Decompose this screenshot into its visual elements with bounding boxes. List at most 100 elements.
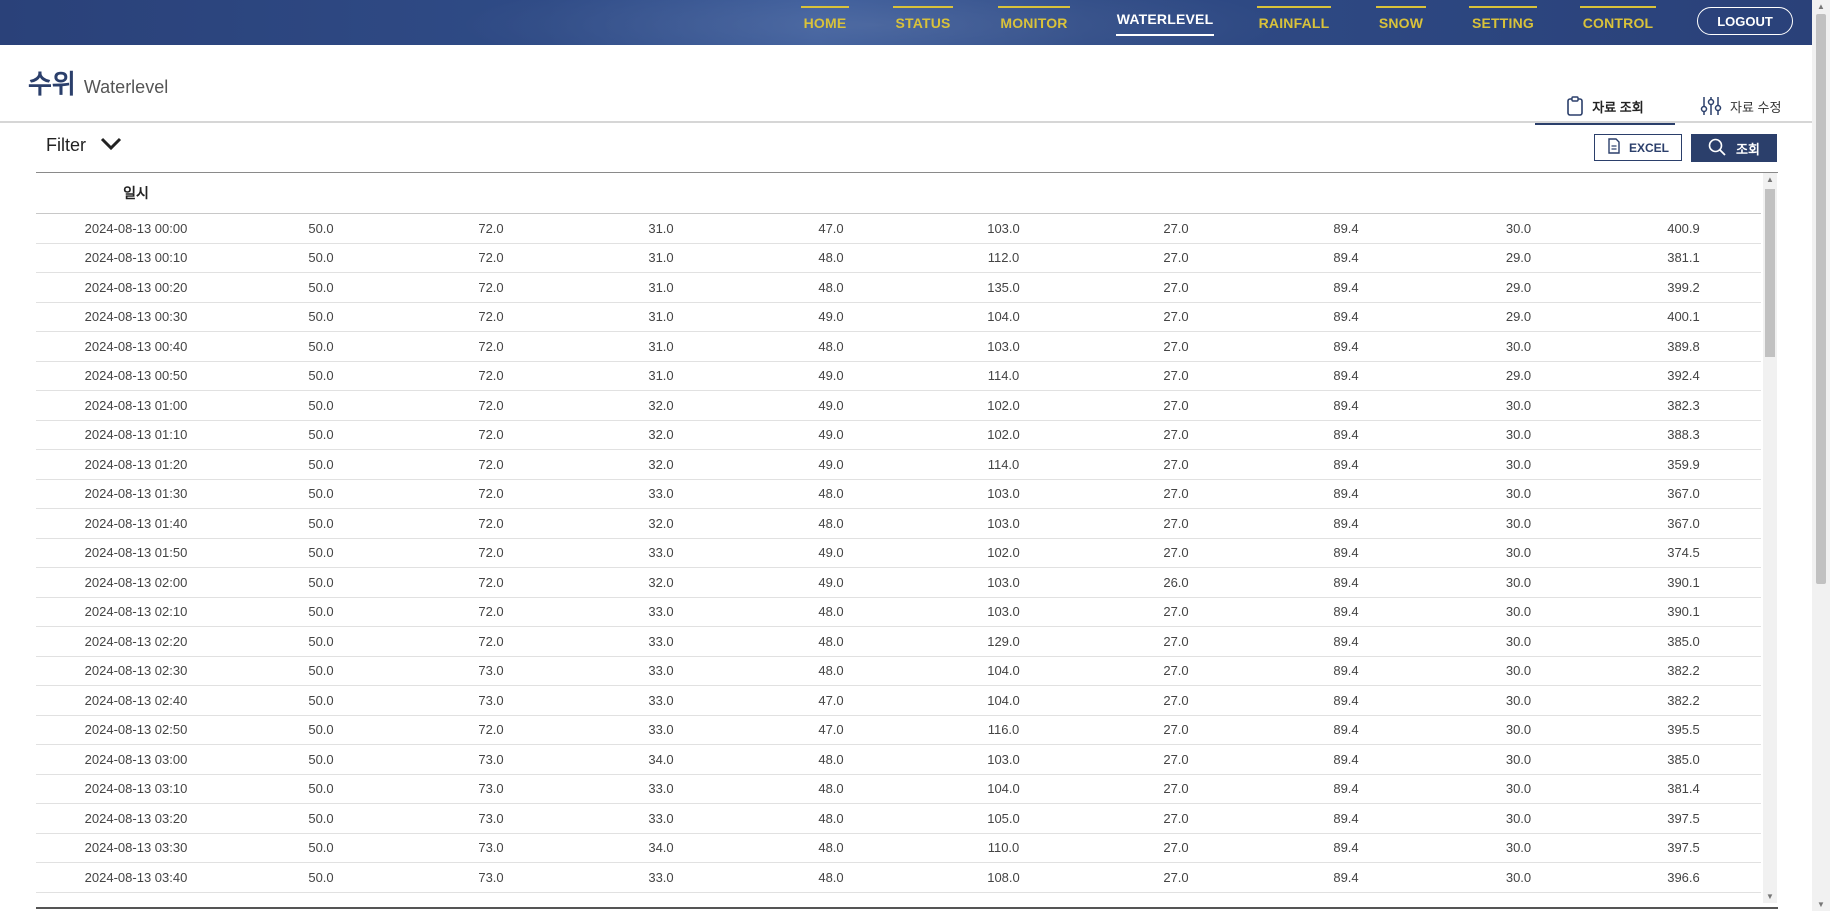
table-row[interactable]: 2024-08-13 01:30 50.0 72.0 33.0 48.0 103.0 27.… [36, 479, 1761, 509]
value-cell: 89.4 [1261, 243, 1431, 273]
datetime-cell: 2024-08-13 01:00 [36, 390, 236, 421]
datetime-cell: 2024-08-13 01:10 [36, 420, 236, 450]
table-row[interactable]: 2024-08-13 00:20 50.0 72.0 31.0 48.0 135.0 27.… [36, 272, 1761, 303]
search-button[interactable]: 조회 [1691, 134, 1777, 162]
datetime-cell: 2024-08-13 03:10 [36, 774, 236, 804]
table-scrollbar[interactable]: ▲ ▼ [1763, 173, 1777, 903]
value-cell: 374.5 [1606, 538, 1761, 568]
excel-button[interactable]: EXCEL [1594, 134, 1682, 161]
data-table-container[interactable]: 일시 2024-08-13 00:00 50.0 72.0 31.0 47.0 103.0… [36, 173, 1761, 911]
table-row[interactable]: 2024-08-13 00:50 50.0 72.0 31.0 49.0 114.0 27.… [36, 361, 1761, 391]
table-row[interactable]: 2024-08-13 02:50 50.0 72.0 33.0 47.0 116.0 27.… [36, 715, 1761, 745]
logout-button[interactable]: LOGOUT [1697, 7, 1793, 35]
nav-item-snow[interactable]: SNOW [1376, 6, 1426, 38]
table-row[interactable]: 2024-08-13 01:10 50.0 72.0 32.0 49.0 102.0 27.… [36, 420, 1761, 450]
value-cell: 30.0 [1431, 390, 1606, 421]
value-cell: 73.0 [406, 744, 576, 775]
value-cell: 30.0 [1431, 774, 1606, 804]
datetime-cell: 2024-08-13 02:10 [36, 597, 236, 627]
table-row[interactable]: 2024-08-13 01:50 50.0 72.0 33.0 49.0 102.0 27.… [36, 538, 1761, 568]
value-cell: 29.0 [1431, 361, 1606, 391]
value-cell: 89.4 [1261, 331, 1431, 362]
table-row[interactable]: 2024-08-13 02:00 50.0 72.0 32.0 49.0 103.0 26.… [36, 567, 1761, 598]
nav-item-setting[interactable]: SETTING [1469, 6, 1537, 38]
table-row[interactable]: 2024-08-13 00:10 50.0 72.0 31.0 48.0 112.0 27.… [36, 243, 1761, 273]
table-header-cell [236, 173, 406, 214]
value-cell: 89.4 [1261, 774, 1431, 804]
value-cell: 389.8 [1606, 331, 1761, 362]
page-scroll-up-arrow-icon[interactable]: ▲ [1817, 2, 1825, 11]
table-row[interactable]: 2024-08-13 01:40 50.0 72.0 32.0 48.0 103.0 27.… [36, 508, 1761, 539]
table-row[interactable]: 2024-08-13 02:10 50.0 72.0 33.0 48.0 103.0 27.… [36, 597, 1761, 627]
scroll-down-arrow-icon[interactable]: ▼ [1766, 893, 1774, 901]
value-cell: 50.0 [236, 390, 406, 421]
nav-item-rainfall[interactable]: RAINFALL [1257, 6, 1331, 38]
table-row[interactable]: 2024-08-13 02:40 50.0 73.0 33.0 47.0 104.0 27.… [36, 685, 1761, 716]
table-row[interactable]: 2024-08-13 02:20 50.0 72.0 33.0 48.0 129.0 27.… [36, 626, 1761, 657]
table-row[interactable]: 2024-08-13 03:10 50.0 73.0 33.0 48.0 104.0 27.… [36, 774, 1761, 804]
value-cell: 50.0 [236, 302, 406, 332]
excel-button-label: EXCEL [1628, 140, 1669, 155]
value-cell: 73.0 [406, 774, 576, 804]
table-row[interactable]: 2024-08-13 01:00 50.0 72.0 32.0 49.0 102.0 27.… [36, 390, 1761, 421]
value-cell: 49.0 [746, 390, 916, 421]
table-row[interactable]: 2024-08-13 03:20 50.0 73.0 33.0 48.0 105.0 27.… [36, 803, 1761, 834]
value-cell: 112.0 [916, 243, 1091, 273]
value-cell: 48.0 [746, 243, 916, 273]
value-cell: 104.0 [916, 656, 1091, 686]
value-cell: 31.0 [576, 331, 746, 362]
table-header-cell [576, 173, 746, 214]
value-cell: 104.0 [916, 774, 1091, 804]
value-cell: 27.0 [1091, 331, 1261, 362]
value-cell: 390.1 [1606, 597, 1761, 627]
table-scrollbar-thumb[interactable] [1765, 189, 1775, 357]
table-row[interactable]: 2024-08-13 02:30 50.0 73.0 33.0 48.0 104.0 27.… [36, 656, 1761, 686]
nav-item-status[interactable]: STATUS [893, 6, 953, 38]
nav-item-control[interactable]: CONTROL [1580, 6, 1656, 38]
value-cell: 33.0 [576, 862, 746, 893]
value-cell: 50.0 [236, 715, 406, 745]
value-cell: 105.0 [916, 803, 1091, 834]
value-cell: 27.0 [1091, 243, 1261, 273]
value-cell: 50.0 [236, 331, 406, 362]
table-row[interactable]: 2024-08-13 03:30 50.0 73.0 34.0 48.0 110.0 27.… [36, 833, 1761, 863]
table-header-cell [406, 173, 576, 214]
page-scroll-down-arrow-icon[interactable]: ▼ [1817, 900, 1825, 909]
value-cell: 27.0 [1091, 508, 1261, 539]
datetime-cell: 2024-08-13 02:50 [36, 715, 236, 745]
table-row[interactable]: 2024-08-13 01:20 50.0 72.0 32.0 49.0 114.0 27.… [36, 449, 1761, 480]
value-cell: 32.0 [576, 567, 746, 598]
filter-toggle[interactable]: Filter [46, 135, 122, 156]
tab-data-edit[interactable]: 자료 수정 [1700, 90, 1790, 122]
value-cell: 50.0 [236, 538, 406, 568]
table-row[interactable]: 2024-08-13 03:40 50.0 73.0 33.0 48.0 108.0 27.… [36, 862, 1761, 893]
value-cell: 89.4 [1261, 420, 1431, 450]
table-row[interactable]: 2024-08-13 00:30 50.0 72.0 31.0 49.0 104.0 27.… [36, 302, 1761, 332]
nav-item-waterlevel[interactable]: WATERLEVEL [1116, 4, 1214, 36]
value-cell: 49.0 [746, 449, 916, 480]
page-scrollbar-thumb[interactable] [1816, 14, 1826, 584]
value-cell: 30.0 [1431, 656, 1606, 686]
search-icon [1708, 138, 1726, 159]
value-cell: 30.0 [1431, 597, 1606, 627]
nav-item-monitor[interactable]: MONITOR [998, 6, 1070, 38]
page-scrollbar[interactable]: ▲ ▼ [1812, 0, 1830, 911]
value-cell: 400.9 [1606, 213, 1761, 244]
table-row[interactable]: 2024-08-13 00:00 50.0 72.0 31.0 47.0 103.0 27.… [36, 213, 1761, 244]
value-cell: 396.6 [1606, 862, 1761, 893]
value-cell: 30.0 [1431, 538, 1606, 568]
table-row[interactable]: 2024-08-13 03:00 50.0 73.0 34.0 48.0 103.0 27.… [36, 744, 1761, 775]
value-cell: 129.0 [916, 626, 1091, 657]
page-title-ko: 수위 [28, 69, 76, 99]
value-cell: 72.0 [406, 715, 576, 745]
tab-data-view[interactable]: 자료 조회 [1535, 90, 1675, 125]
scroll-up-arrow-icon[interactable]: ▲ [1766, 176, 1774, 184]
table-bottom-border [36, 907, 1778, 909]
datetime-cell: 2024-08-13 01:20 [36, 449, 236, 480]
nav-item-home[interactable]: HOME [801, 6, 849, 38]
datetime-cell: 2024-08-13 03:40 [36, 862, 236, 893]
table-row[interactable]: 2024-08-13 00:40 50.0 72.0 31.0 48.0 103.0 27.… [36, 331, 1761, 362]
value-cell: 89.4 [1261, 626, 1431, 657]
value-cell: 72.0 [406, 361, 576, 391]
value-cell: 30.0 [1431, 626, 1606, 657]
